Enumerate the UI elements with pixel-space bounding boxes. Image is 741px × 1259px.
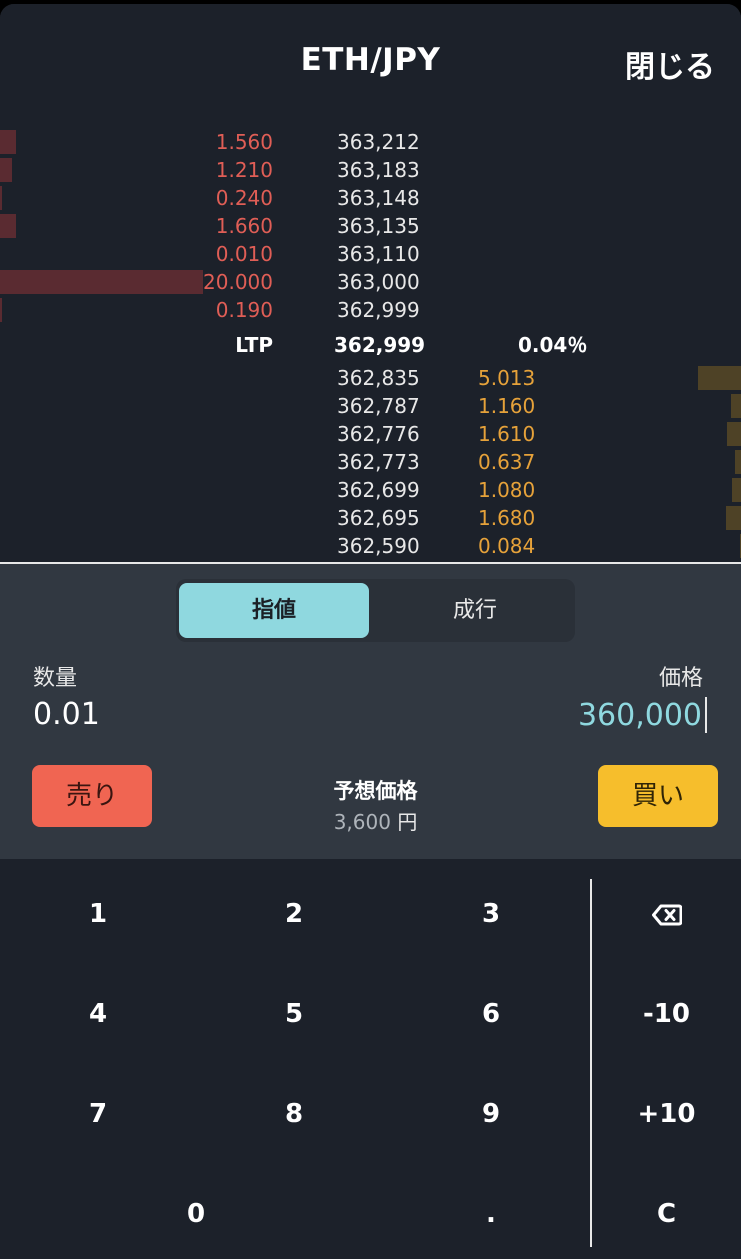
key-decimal[interactable]: .	[393, 1164, 589, 1259]
bid-depth-bar	[726, 506, 741, 530]
bid-price: 362,773	[337, 450, 420, 474]
key-3[interactable]: 3	[393, 864, 589, 964]
key-2[interactable]: 2	[196, 864, 392, 964]
ask-row[interactable]: 1.210 363,183	[0, 156, 741, 184]
ask-quantity: 0.240	[215, 186, 273, 210]
bid-depth-bar	[732, 478, 741, 502]
order-form: 指値 成行 数量 0.01 価格 360,000 売り 予想価格 3,600 円…	[0, 564, 741, 859]
panel-divider	[0, 562, 741, 564]
bid-depth-bar	[735, 450, 741, 474]
ltp-label: LTP	[235, 333, 273, 357]
bid-price: 362,699	[337, 478, 420, 502]
ask-depth-bar	[0, 298, 2, 322]
price-input-value: 360,000	[577, 697, 702, 733]
last-traded-price-row: LTP 362,999 0.04％	[0, 330, 741, 360]
key-1[interactable]: 1	[0, 864, 196, 964]
ask-depth-bar	[0, 130, 16, 154]
key-8[interactable]: 8	[196, 1064, 392, 1164]
key-5[interactable]: 5	[196, 964, 392, 1064]
ask-price: 363,000	[337, 270, 420, 294]
ltp-price: 362,999	[334, 333, 426, 357]
price-input[interactable]: 360,000	[578, 697, 707, 733]
ask-quantity: 0.190	[215, 298, 273, 322]
bid-price: 362,835	[337, 366, 420, 390]
backspace-key[interactable]	[592, 864, 741, 964]
bid-row[interactable]: 362,773 0.637	[0, 448, 741, 476]
bid-row[interactable]: 362,590 0.084	[0, 532, 741, 560]
ask-depth-bar	[0, 270, 203, 294]
bid-depth-bar	[698, 366, 741, 390]
ask-row[interactable]: 1.660 363,135	[0, 212, 741, 240]
ask-quantity: 1.560	[215, 130, 273, 154]
bid-row[interactable]: 362,787 1.160	[0, 392, 741, 420]
bid-quantity: 1.160	[478, 394, 536, 418]
ask-row[interactable]: 1.560 363,212	[0, 128, 741, 156]
bid-quantity: 1.680	[478, 506, 536, 530]
ask-quantity: 20.000	[203, 270, 273, 294]
ask-depth-bar	[0, 214, 16, 238]
ask-quantity: 0.010	[215, 242, 273, 266]
bid-price: 362,695	[337, 506, 420, 530]
estimated-price-amount: 3,600	[333, 810, 391, 834]
bid-depth-bar	[727, 422, 741, 446]
numeric-keypad: 1 2 3 4 5 6 -10 7 8 9 +10 0 . C	[0, 859, 741, 1259]
ask-row[interactable]: 0.240 363,148	[0, 184, 741, 212]
quantity-input[interactable]: 0.01	[33, 697, 100, 732]
ask-quantity: 1.660	[215, 214, 273, 238]
price-label: 価格	[658, 666, 703, 691]
bid-row[interactable]: 362,699 1.080	[0, 476, 741, 504]
ask-depth-bar	[0, 186, 2, 210]
tab-limit-order[interactable]: 指値	[179, 583, 369, 638]
currency-unit: 円	[397, 810, 418, 834]
bid-price: 362,590	[337, 534, 420, 558]
ask-quantity: 1.210	[215, 158, 273, 182]
bid-depth-bar	[731, 394, 741, 418]
ask-row[interactable]: 0.010 363,110	[0, 240, 741, 268]
key-0[interactable]: 0	[98, 1164, 294, 1259]
close-button[interactable]: 閉じる	[625, 42, 715, 86]
buy-button[interactable]: 買い	[598, 765, 718, 827]
order-type-toggle: 指値 成行	[176, 579, 575, 642]
ask-price: 363,183	[337, 158, 420, 182]
key-4[interactable]: 4	[0, 964, 196, 1064]
keypad-separator	[590, 879, 592, 1247]
bid-price: 362,776	[337, 422, 420, 446]
ask-row[interactable]: 20.000 363,000	[0, 268, 741, 296]
ask-depth-bar	[0, 158, 12, 182]
plus-10-key[interactable]: +10	[592, 1064, 741, 1164]
ask-price: 363,148	[337, 186, 420, 210]
bid-quantity: 0.637	[478, 450, 536, 474]
key-7[interactable]: 7	[0, 1064, 196, 1164]
key-9[interactable]: 9	[393, 1064, 589, 1164]
ask-price: 362,999	[337, 298, 420, 322]
quantity-label: 数量	[33, 666, 78, 691]
ask-row[interactable]: 0.190 362,999	[0, 296, 741, 324]
text-caret	[705, 697, 707, 733]
bid-quantity: 0.084	[478, 534, 536, 558]
bid-quantity: 5.013	[478, 366, 536, 390]
bid-row[interactable]: 362,695 1.680	[0, 504, 741, 532]
key-6[interactable]: 6	[393, 964, 589, 1064]
order-sheet: 1.560 363,212 1.210 363,183 0.240 363,14…	[0, 4, 741, 1259]
bid-quantity: 1.080	[478, 478, 536, 502]
ltp-change-percent: 0.04％	[518, 333, 588, 357]
bid-price: 362,787	[337, 394, 420, 418]
bid-row[interactable]: 362,835 5.013	[0, 364, 741, 392]
minus-10-key[interactable]: -10	[592, 964, 741, 1064]
ask-price: 363,110	[337, 242, 420, 266]
backspace-icon	[651, 904, 682, 925]
bid-quantity: 1.610	[478, 422, 536, 446]
bid-row[interactable]: 362,776 1.610	[0, 420, 741, 448]
ask-price: 363,135	[337, 214, 420, 238]
tab-market-order[interactable]: 成行	[380, 583, 570, 638]
sheet-header: ETH/JPY 閉じる	[0, 4, 741, 114]
ask-price: 363,212	[337, 130, 420, 154]
clear-key[interactable]: C	[592, 1164, 741, 1259]
